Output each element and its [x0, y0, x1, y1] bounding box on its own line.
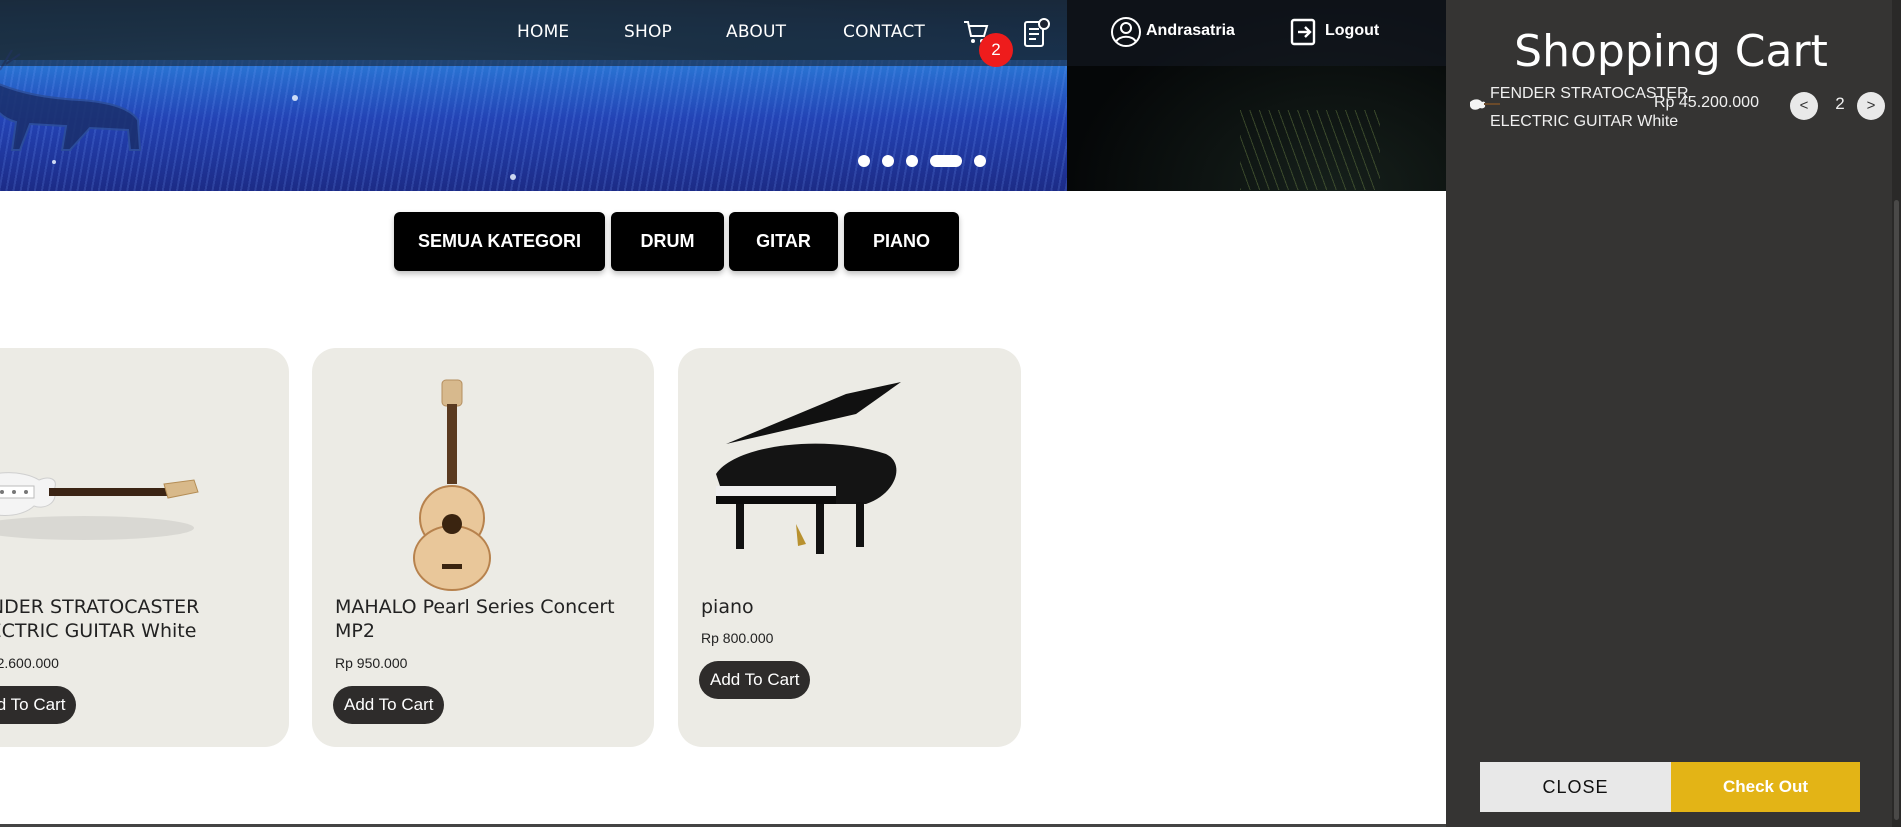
qty-decrease-button[interactable]: <	[1790, 92, 1818, 120]
category-piano-button[interactable]: PIANO	[844, 212, 959, 271]
qty-increase-button[interactable]: >	[1857, 92, 1885, 120]
category-gitar-button[interactable]: GITAR	[729, 212, 838, 271]
add-to-cart-button[interactable]: Add To Cart	[0, 686, 77, 724]
carousel-dot-5[interactable]	[974, 155, 986, 167]
carousel-dot-3[interactable]	[906, 155, 918, 167]
product-card: FENDER STRATOCASTER ELECTRIC GUITAR Whit…	[0, 348, 289, 747]
cart-scrollbar[interactable]	[1892, 0, 1901, 827]
add-to-cart-button[interactable]: Add To Cart	[333, 686, 445, 724]
add-to-cart-button[interactable]: Add To Cart	[699, 661, 811, 699]
nav-about-link[interactable]: ABOUT	[726, 22, 786, 42]
cart-scrollbar-thumb[interactable]	[1894, 200, 1899, 820]
cart-item-qty: 2	[1835, 94, 1845, 113]
carousel-dots	[858, 155, 986, 167]
carousel-dot-4-active[interactable]	[930, 155, 962, 167]
close-cart-button[interactable]: CLOSE	[1480, 762, 1671, 812]
category-drum-button[interactable]: DRUM	[611, 212, 724, 271]
ukulele-image	[413, 379, 491, 591]
checkout-button[interactable]: Check Out	[1671, 762, 1860, 812]
hero-sparkle	[52, 160, 56, 164]
cart-count-badge: 2	[979, 33, 1013, 67]
product-name: FENDER STRATOCASTER ELECTRIC GUITAR Whit…	[0, 596, 200, 642]
nav-contact-link[interactable]: CONTACT	[843, 22, 925, 42]
product-name: piano	[701, 596, 754, 618]
product-price: Rp 800.000	[701, 630, 774, 646]
electric-guitar-image	[0, 472, 199, 540]
hero-grass	[1240, 110, 1380, 190]
cart-item-price: Rp 45.200.000	[1654, 94, 1759, 111]
nav-home-link[interactable]: HOME	[517, 22, 569, 42]
username-label[interactable]: Andrasatria	[1146, 22, 1235, 40]
deer-silhouette	[0, 50, 142, 151]
logout-icon[interactable]	[1290, 18, 1318, 46]
product-price: Rp 950.000	[335, 655, 408, 671]
user-avatar-icon[interactable]	[1110, 16, 1142, 48]
grand-piano-image	[716, 382, 901, 554]
category-all-button[interactable]: SEMUA KATEGORI	[394, 212, 605, 271]
hero-sparkle	[292, 95, 298, 101]
logout-link[interactable]: Logout	[1325, 22, 1379, 40]
hero-sparkle	[510, 174, 516, 180]
carousel-dot-1[interactable]	[858, 155, 870, 167]
product-name: MAHALO Pearl Series Concert MP2	[335, 596, 615, 642]
cart-title: Shopping Cart	[1514, 26, 1828, 77]
nav-shop-link[interactable]: SHOP	[624, 22, 672, 42]
product-price: Rp 22.600.000	[0, 655, 59, 671]
product-card: piano Rp 800.000 Add To Cart	[678, 348, 1021, 747]
top-navbar: HOME SHOP ABOUT CONTACT 2 Andrasatria Lo…	[0, 0, 1446, 67]
order-history-icon[interactable]	[1022, 16, 1052, 48]
carousel-dot-2[interactable]	[882, 155, 894, 167]
product-card: MAHALO Pearl Series Concert MP2 Rp 950.0…	[312, 348, 654, 747]
